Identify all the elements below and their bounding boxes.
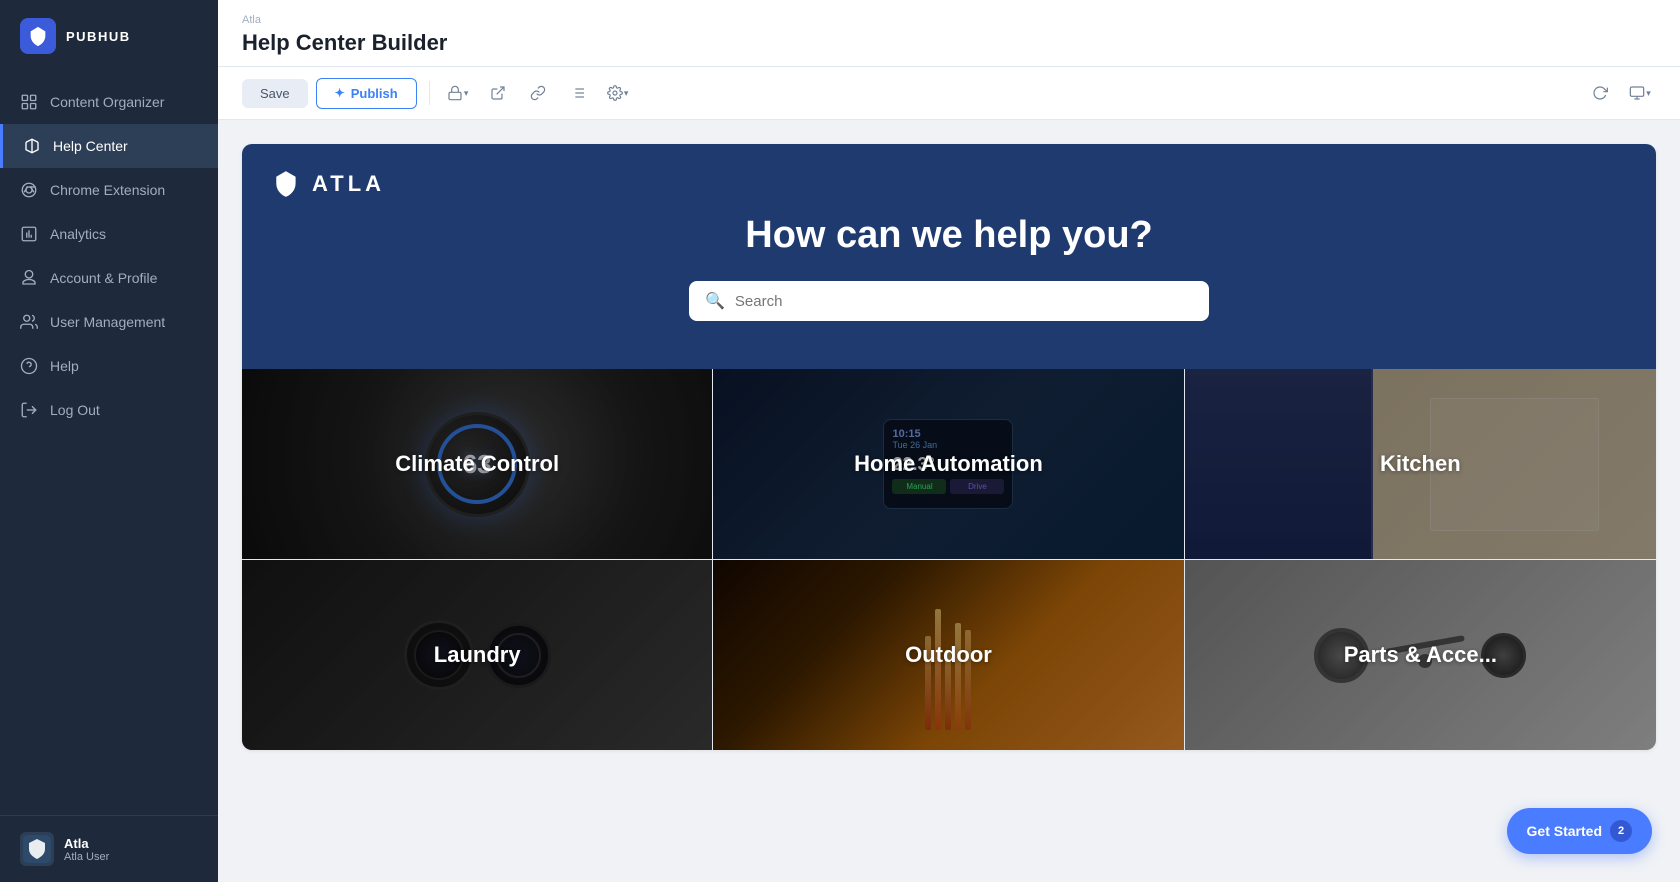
sidebar-footer: Atla Atla User xyxy=(0,815,218,882)
link-button[interactable] xyxy=(522,77,554,109)
category-label-parts-accessories: Parts & Acce... xyxy=(1344,642,1497,668)
toolbar-separator xyxy=(429,81,430,105)
lock-button[interactable]: ▾ xyxy=(442,77,474,109)
save-button[interactable]: Save xyxy=(242,79,308,108)
sidebar-item-log-out[interactable]: Log Out xyxy=(0,388,218,432)
sidebar-item-chrome-extension[interactable]: Chrome Extension xyxy=(0,168,218,212)
logo-text: PUBHUB xyxy=(66,29,131,44)
categories-row-1: 63 Climate Control 10:15 Tue 26 Jan 22.3… xyxy=(242,369,1656,559)
sidebar-nav: Content Organizer Help Center Chrome Ext… xyxy=(0,72,218,815)
category-card-parts-accessories[interactable]: Parts & Acce... xyxy=(1185,560,1656,750)
sidebar: PUBHUB Content Organizer Help Center Chr… xyxy=(0,0,218,882)
chrome-icon xyxy=(20,181,38,199)
category-overlay: Kitchen xyxy=(1185,369,1656,559)
search-icon: 🔍 xyxy=(705,291,725,311)
sidebar-logo: PUBHUB xyxy=(0,0,218,72)
grid-icon xyxy=(20,93,38,111)
category-label-laundry: Laundry xyxy=(434,642,521,668)
category-overlay: Climate Control xyxy=(242,369,712,559)
main-content: Atla Help Center Builder Save ✦ Publish … xyxy=(218,0,1680,882)
footer-info: Atla Atla User xyxy=(64,836,109,863)
question-icon xyxy=(20,357,38,375)
category-card-climate-control[interactable]: 63 Climate Control xyxy=(242,369,713,559)
hero-section: ATLA How can we help you? 🔍 xyxy=(242,144,1656,369)
logo-icon xyxy=(20,18,56,54)
device-preview-button[interactable]: ▾ xyxy=(1624,77,1656,109)
sidebar-item-user-management[interactable]: User Management xyxy=(0,300,218,344)
category-card-laundry[interactable]: Laundry xyxy=(242,560,713,750)
topbar: Atla Help Center Builder xyxy=(218,0,1680,67)
content-area: ATLA How can we help you? 🔍 63 xyxy=(218,120,1680,882)
hero-logo: ATLA xyxy=(270,168,385,200)
external-link-button[interactable] xyxy=(482,77,514,109)
category-label-outdoor: Outdoor xyxy=(905,642,992,668)
category-card-outdoor[interactable]: Outdoor xyxy=(713,560,1184,750)
avatar xyxy=(20,832,54,866)
get-started-button[interactable]: Get Started 2 xyxy=(1507,808,1652,854)
hero-logo-text: ATLA xyxy=(312,171,385,197)
logout-icon xyxy=(20,401,38,419)
users-icon xyxy=(20,313,38,331)
sidebar-item-content-organizer[interactable]: Content Organizer xyxy=(0,80,218,124)
sidebar-item-analytics[interactable]: Analytics xyxy=(0,212,218,256)
category-overlay: Parts & Acce... xyxy=(1185,560,1656,750)
search-input[interactable] xyxy=(735,293,1193,310)
sidebar-item-help[interactable]: Help xyxy=(0,344,218,388)
breadcrumb: Atla xyxy=(242,14,1656,26)
categories-row-2: Laundry Outdoor xyxy=(242,559,1656,750)
category-label-climate-control: Climate Control xyxy=(395,451,559,477)
category-overlay: Laundry xyxy=(242,560,712,750)
publish-button[interactable]: ✦ Publish xyxy=(316,78,417,109)
hero-logo-icon xyxy=(270,168,302,200)
help-center-preview: ATLA How can we help you? 🔍 63 xyxy=(242,144,1656,750)
help-center-icon xyxy=(23,137,41,155)
analytics-icon xyxy=(20,225,38,243)
category-card-home-automation[interactable]: 10:15 Tue 26 Jan 22.3° Manual Drive Home… xyxy=(713,369,1184,559)
category-card-kitchen[interactable]: Kitchen xyxy=(1185,369,1656,559)
get-started-badge: 2 xyxy=(1610,820,1632,842)
category-overlay: Home Automation xyxy=(713,369,1183,559)
category-label-home-automation: Home Automation xyxy=(854,451,1043,477)
toolbar: Save ✦ Publish ▾ ▾ ▾ xyxy=(218,67,1680,120)
sidebar-item-account-profile[interactable]: Account & Profile xyxy=(0,256,218,300)
hero-heading: How can we help you? xyxy=(266,214,1632,257)
page-title: Help Center Builder xyxy=(242,30,1656,56)
refresh-button[interactable] xyxy=(1584,77,1616,109)
list-button[interactable] xyxy=(562,77,594,109)
category-overlay: Outdoor xyxy=(713,560,1183,750)
toolbar-right: ▾ xyxy=(1584,77,1656,109)
sidebar-item-help-center[interactable]: Help Center xyxy=(0,124,218,168)
search-bar: 🔍 xyxy=(689,281,1209,321)
publish-icon: ✦ xyxy=(335,86,345,100)
account-icon xyxy=(20,269,38,287)
category-label-kitchen: Kitchen xyxy=(1380,451,1461,477)
settings-button[interactable]: ▾ xyxy=(602,77,634,109)
